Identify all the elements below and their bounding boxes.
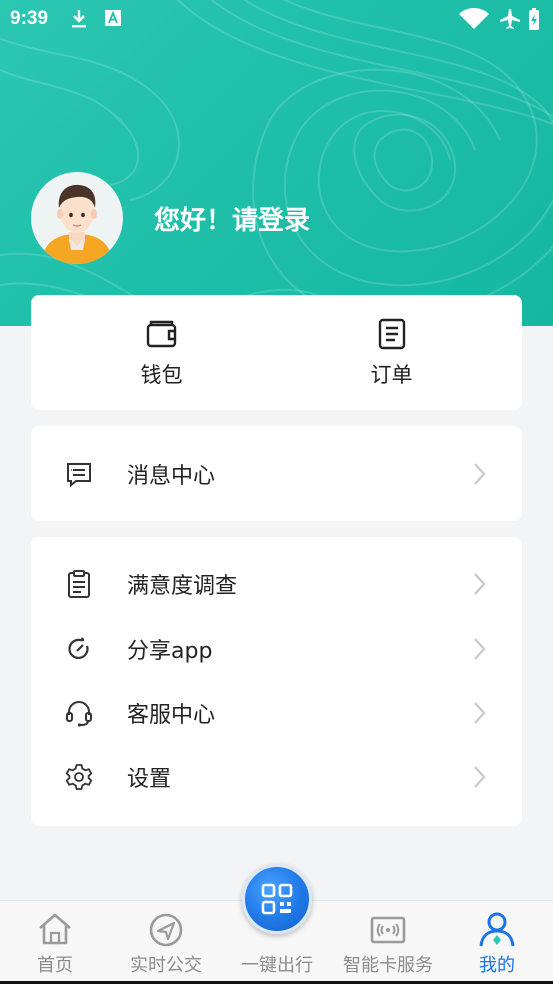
order-label: 订单 (370, 363, 413, 387)
avatar[interactable] (31, 172, 123, 264)
nfc-card-icon (370, 916, 406, 944)
headset-icon (66, 701, 92, 727)
chevron-right-icon (474, 573, 486, 595)
chevron-right-icon (474, 766, 486, 788)
battery-charging-icon (529, 8, 539, 30)
nav-realtime-bus[interactable]: 实时公交 (110, 901, 222, 984)
message-icon (67, 463, 91, 488)
quick-actions-card: 钱包 订单 (31, 295, 522, 410)
nav-home[interactable]: 首页 (10, 901, 100, 984)
default-avatar-icon (41, 184, 113, 264)
nav-mine-label: 我的 (479, 955, 515, 976)
nav-home-label: 首页 (37, 955, 73, 976)
nav-smart-card[interactable]: 智能卡服务 (332, 901, 444, 984)
nav-mine[interactable]: 我的 (452, 901, 542, 984)
wallet-icon (146, 320, 176, 348)
share-app-row[interactable]: 分享app (31, 619, 522, 679)
wallet-label: 钱包 (140, 363, 183, 387)
order-button[interactable]: 订单 (269, 295, 514, 410)
share-icon (68, 637, 89, 660)
wallet-button[interactable]: 钱包 (39, 295, 284, 410)
message-card: 消息中心 (31, 426, 522, 521)
chevron-right-icon (474, 638, 486, 660)
download-icon (72, 10, 86, 28)
wifi-icon (459, 8, 489, 29)
message-center-row[interactable]: 消息中心 (31, 444, 522, 504)
status-bar: 9:39 (0, 0, 553, 40)
settings-row[interactable]: 设置 (31, 747, 522, 807)
nav-smart-card-label: 智能卡服务 (343, 955, 433, 976)
status-time: 9:39 (10, 8, 49, 29)
customer-service-label: 客服中心 (127, 703, 216, 728)
login-prompt[interactable]: 您好！请登录 (154, 200, 310, 237)
user-icon (479, 912, 515, 947)
home-icon (39, 913, 71, 945)
qr-code-icon (261, 883, 293, 915)
status-right-icons (459, 8, 539, 30)
survey-row[interactable]: 满意度调查 (31, 554, 522, 614)
nav-realtime-bus-label: 实时公交 (130, 955, 202, 976)
airplane-icon (500, 9, 520, 29)
chevron-right-icon (474, 702, 486, 724)
compass-icon (149, 913, 183, 947)
customer-service-row[interactable]: 客服中心 (31, 683, 522, 743)
message-center-label: 消息中心 (127, 464, 216, 489)
clipboard-icon (68, 570, 90, 598)
chevron-right-icon (474, 463, 486, 485)
settings-label: 设置 (127, 767, 172, 792)
qr-code-button[interactable] (242, 864, 312, 934)
a-box-icon (105, 10, 121, 26)
nav-one-click-travel-label: 一键出行 (241, 955, 313, 976)
topographic-pattern (0, 0, 553, 326)
gear-icon (65, 764, 93, 790)
menu-card: 满意度调查 分享app 客服中心 设置 (31, 537, 522, 826)
order-icon (378, 318, 405, 350)
share-app-label: 分享app (127, 639, 213, 664)
profile-header: 9:39 您好！请登录 (0, 0, 553, 326)
survey-label: 满意度调查 (127, 574, 238, 599)
